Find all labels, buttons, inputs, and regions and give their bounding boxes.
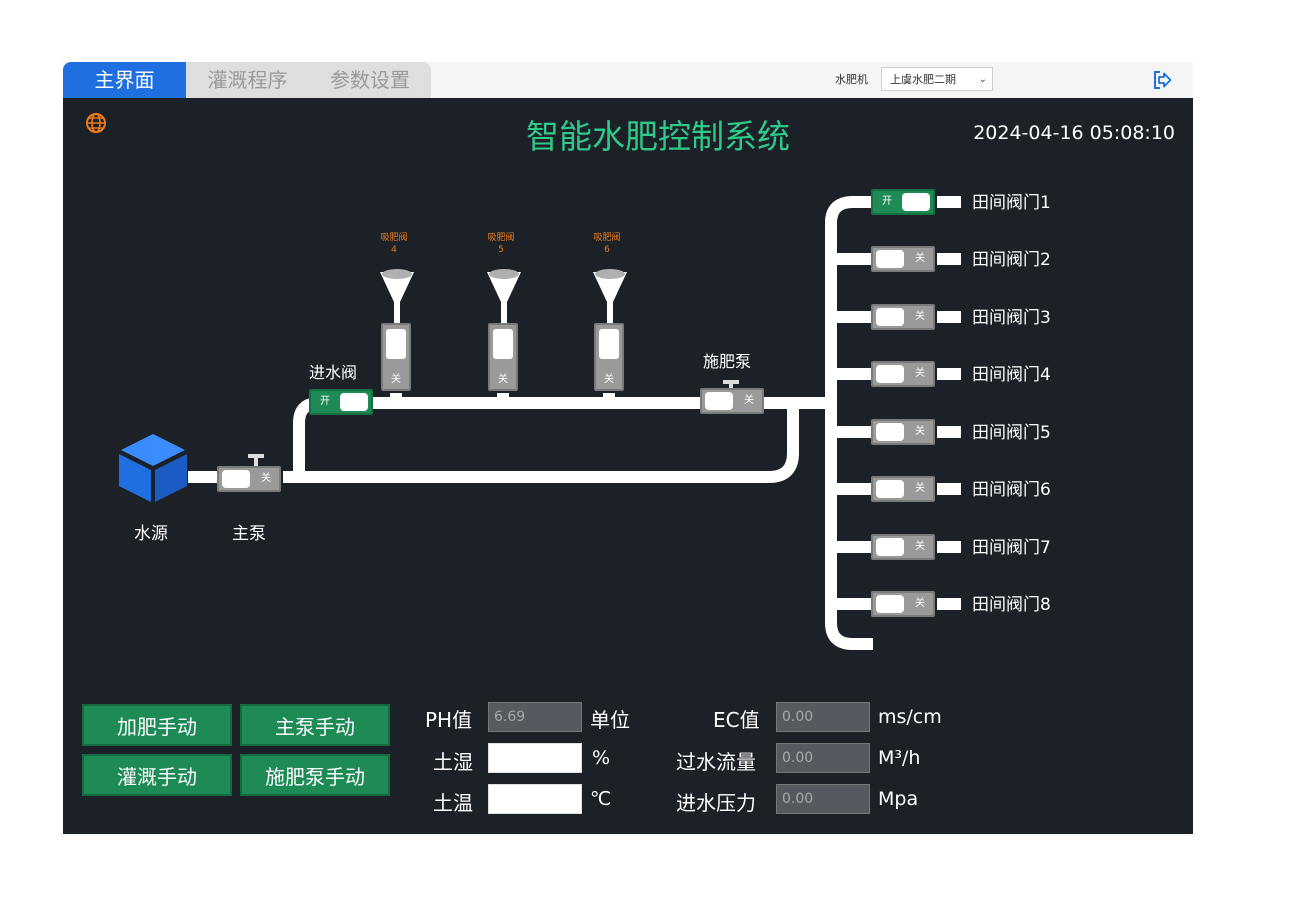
suction-valve-4-switch[interactable]: 关 (381, 323, 411, 391)
soil-temp-label: 土温 (433, 791, 473, 815)
main-pump-switch[interactable]: 关 (217, 466, 281, 492)
soil-moisture-label: 土湿 (433, 750, 473, 774)
field-valve-7-label: 田间阀门7 (972, 538, 1051, 558)
pressure-label: 进水压力 (676, 791, 756, 815)
soil-temp-field[interactable] (488, 784, 582, 814)
soil-moisture-field[interactable] (488, 743, 582, 773)
ph-label: PH值 (425, 708, 473, 732)
field-valve-1-switch[interactable]: 开 (871, 189, 935, 215)
tab-main[interactable]: 主界面 (63, 62, 186, 98)
tab-irrigation-program[interactable]: 灌溉程序 (186, 62, 309, 98)
suction-valve-6-switch[interactable]: 关 (594, 323, 624, 391)
flow-unit: M³/h (878, 747, 921, 769)
top-bar: 主界面 灌溉程序 参数设置 水肥机 上虞水肥二期 ⌄ (63, 62, 1193, 98)
suction-valve-6-label: 吸肥阀 6 (593, 233, 621, 255)
soil-temp-unit: ℃ (590, 788, 612, 810)
field-valve-6-switch[interactable]: 关 (871, 476, 935, 502)
field-valve-8-label: 田间阀门8 (972, 595, 1051, 615)
app-root: 主界面 灌溉程序 参数设置 水肥机 上虞水肥二期 ⌄ 智能水肥控制系统 2024… (63, 62, 1193, 834)
field-valve-7-switch[interactable]: 关 (871, 534, 935, 560)
main-pump-manual-button[interactable]: 主泵手动 (240, 704, 390, 746)
chevron-down-icon: ⌄ (978, 74, 987, 85)
irrigation-manual-button[interactable]: 灌溉手动 (82, 754, 232, 796)
flow-field: 0.00 (776, 743, 870, 773)
machine-select-value: 上虞水肥二期 (890, 73, 956, 86)
field-valve-8-switch[interactable]: 关 (871, 591, 935, 617)
water-source-icon (119, 434, 187, 502)
ec-field: 0.00 (776, 702, 870, 732)
pressure-unit: Mpa (878, 788, 919, 810)
field-valve-2-label: 田间阀门2 (972, 250, 1051, 270)
inlet-valve-switch[interactable]: 开 (309, 389, 373, 415)
field-valve-6-label: 田间阀门6 (972, 480, 1051, 500)
ph-unit: 单位 (590, 708, 630, 732)
main-pump-label: 主泵 (232, 524, 266, 544)
field-valve-5-label: 田间阀门5 (972, 423, 1051, 443)
inlet-valve-label: 进水阀 (309, 363, 358, 382)
suction-valve-5-switch[interactable]: 关 (488, 323, 518, 391)
field-valve-3-switch[interactable]: 关 (871, 304, 935, 330)
fert-pump-label: 施肥泵 (703, 352, 752, 371)
pressure-field: 0.00 (776, 784, 870, 814)
tab-parameter-settings[interactable]: 参数设置 (309, 62, 431, 98)
machine-label: 水肥机 (835, 73, 868, 86)
machine-select[interactable]: 上虞水肥二期 ⌄ (881, 67, 993, 91)
fert-pump-switch[interactable]: 关 (700, 388, 764, 414)
main-panel: 智能水肥控制系统 2024-04-16 05:08:10 水源 主泵 关 进水阀… (63, 98, 1193, 834)
field-valve-2-switch[interactable]: 关 (871, 246, 935, 272)
field-valve-4-label: 田间阀门4 (972, 365, 1051, 385)
water-source-label: 水源 (134, 524, 168, 544)
flow-label: 过水流量 (676, 750, 756, 774)
soil-moisture-unit: % (592, 747, 611, 769)
field-valve-3-label: 田间阀门3 (972, 308, 1051, 328)
suction-valve-5-label: 吸肥阀 5 (487, 233, 515, 255)
field-valve-1-label: 田间阀门1 (972, 193, 1051, 213)
ec-label: EC值 (713, 708, 760, 732)
fert-manual-button[interactable]: 加肥手动 (82, 704, 232, 746)
logout-icon[interactable] (1151, 69, 1173, 91)
funnels (380, 272, 627, 324)
field-valve-4-switch[interactable]: 关 (871, 361, 935, 387)
ec-unit: ms/cm (878, 706, 942, 728)
ph-field: 6.69 (488, 702, 582, 732)
suction-valve-4-label: 吸肥阀 4 (380, 233, 408, 255)
field-valve-5-switch[interactable]: 关 (871, 419, 935, 445)
fert-pump-manual-button[interactable]: 施肥泵手动 (240, 754, 390, 796)
